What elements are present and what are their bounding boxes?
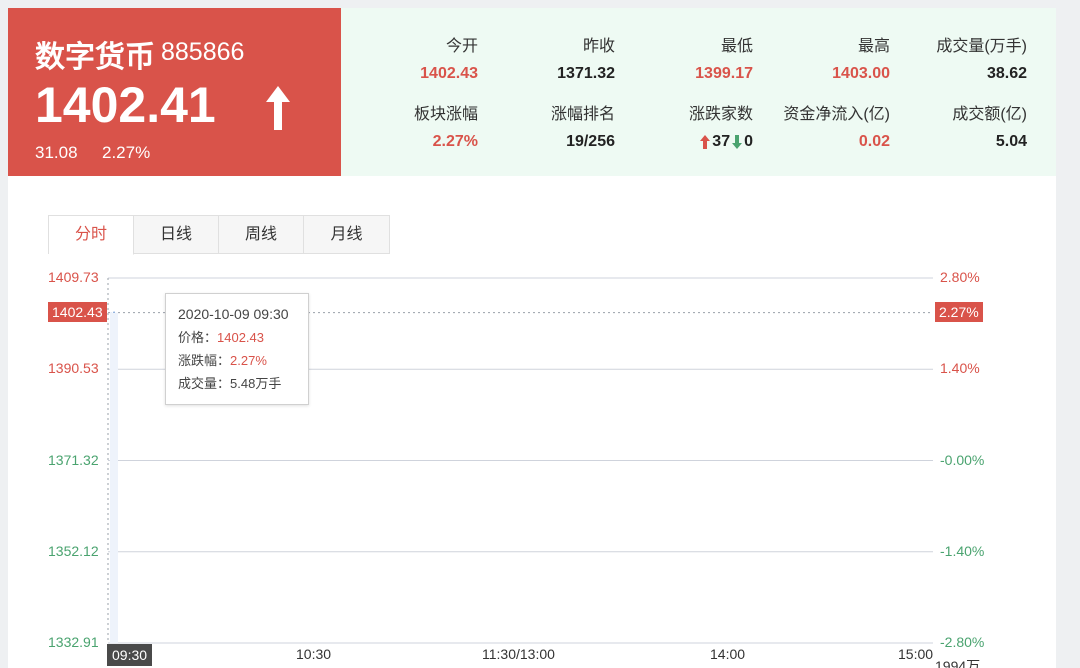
chart-tooltip: 2020-10-09 09:30 价格：1402.43 涨跌幅：2.27% 成交… xyxy=(165,293,309,405)
volume-max-label: 1994万 xyxy=(935,658,981,668)
tooltip-price-label: 价格： xyxy=(178,330,218,345)
x-tick-label-current: 09:30 xyxy=(107,644,153,666)
y-right-tick-label: 2.80% xyxy=(940,269,980,285)
y-left-tick-label: 1371.32 xyxy=(48,451,99,468)
x-tick-label: 11:30/13:00 xyxy=(482,646,555,662)
tooltip-vol-label: 成交量： xyxy=(178,376,231,391)
x-tick-label: 15:00 xyxy=(898,646,934,662)
tooltip-price-value: 1402.43 xyxy=(217,330,265,345)
tooltip-price-row: 价格：1402.43 xyxy=(178,326,296,349)
y-right-tick-label: 1.40% xyxy=(940,360,980,377)
y-left-tick-label: 1352.12 xyxy=(48,542,99,559)
price-area xyxy=(110,312,118,643)
current-pct-badge: 2.27% xyxy=(935,302,983,322)
x-tick-label: 10:30 xyxy=(296,646,332,662)
tooltip-pct-row: 涨跌幅：2.27% xyxy=(178,349,296,372)
y-right-tick-label: -0.00% xyxy=(940,451,985,468)
y-right-tick-label: -2.80% xyxy=(940,634,985,650)
tooltip-time: 2020-10-09 09:30 xyxy=(178,306,289,322)
y-right-tick-label: -1.40% xyxy=(940,542,985,559)
current-price-badge: 1402.43 xyxy=(48,302,107,322)
x-tick-label: 14:00 xyxy=(710,646,746,662)
tooltip-pct-value: 2.27% xyxy=(230,353,267,368)
y-left-tick-label: 1332.91 xyxy=(48,634,99,650)
y-left-tick-label: 1390.53 xyxy=(48,360,99,377)
tooltip-vol-row: 成交量：5.48万手 xyxy=(178,372,296,395)
y-left-tick-label: 1409.73 xyxy=(48,269,99,285)
intraday-chart[interactable] xyxy=(0,0,1080,668)
tooltip-vol-value: 5.48万手 xyxy=(230,376,282,391)
tooltip-pct-label: 涨跌幅： xyxy=(178,353,231,368)
